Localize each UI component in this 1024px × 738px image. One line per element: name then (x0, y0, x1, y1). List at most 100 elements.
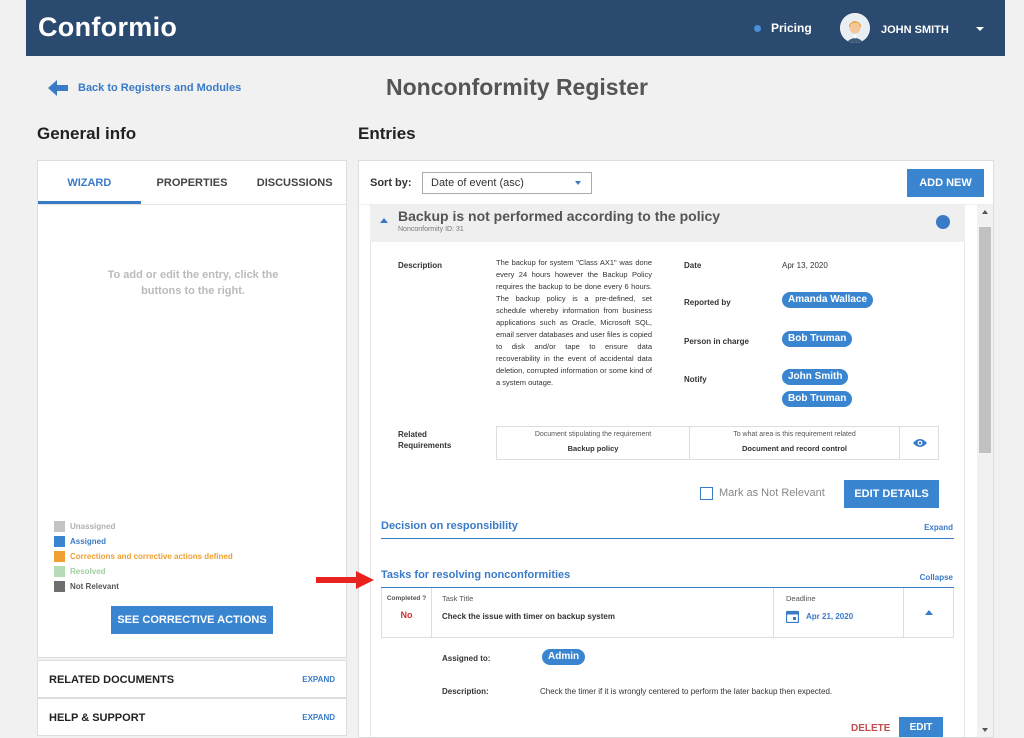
brand-logo[interactable]: Conformio (38, 12, 177, 43)
task-description-value: Check the timer if it is wrongly centere… (540, 687, 833, 696)
entries-heading: Entries (358, 124, 416, 143)
chevron-down-icon (575, 181, 581, 185)
info-tabs: WIZARD PROPERTIES DISCUSSIONS (38, 161, 346, 205)
pricing-link[interactable]: Pricing (754, 21, 812, 35)
date-label: Date (684, 261, 702, 270)
related-documents-accordion[interactable]: RELATED DOCUMENTS EXPAND (37, 660, 347, 698)
task-title-value: Check the issue with timer on backup sys… (442, 612, 615, 621)
tab-wizard[interactable]: WIZARD (38, 161, 141, 204)
scroll-down-arrow-icon[interactable] (982, 728, 988, 732)
notify-label: Notify (684, 375, 707, 384)
page-title: Nonconformity Register (386, 74, 648, 100)
sort-value: Date of event (asc) (431, 177, 524, 189)
task-title-cell: Task Title Check the issue with timer on… (432, 588, 774, 637)
add-new-button[interactable]: ADD NEW (907, 169, 984, 197)
sort-select[interactable]: Date of event (asc) (422, 172, 592, 194)
expand-link[interactable]: EXPAND (302, 713, 335, 722)
legend-item-not-relevant: Not Relevant (54, 579, 233, 594)
entry-header[interactable]: Backup is not performed according to the… (370, 205, 965, 242)
reported-by-pill[interactable]: Amanda Wallace (782, 292, 874, 308)
completed-header: Completed ? (386, 595, 427, 602)
notify-pill[interactable]: Bob Truman (782, 391, 853, 407)
sort-label: Sort by: (370, 177, 412, 189)
back-link[interactable]: Back to Registers and Modules (48, 80, 241, 96)
legend-swatch (54, 521, 65, 532)
description-text: The backup for system "Class AX1" was do… (496, 258, 652, 387)
legend-label: Assigned (70, 537, 107, 546)
not-relevant-checkbox[interactable] (700, 487, 713, 500)
person-in-charge-pill[interactable]: Bob Truman (782, 331, 853, 347)
completed-cell: Completed ? No (382, 588, 432, 637)
avatar-icon (840, 13, 870, 43)
deadline-cell: Deadline Apr 21, 2020 (774, 588, 904, 637)
view-requirement-button[interactable] (899, 427, 939, 459)
entry-title: Backup is not performed according to the… (398, 208, 721, 224)
general-info-heading: General info (37, 124, 137, 143)
legend-label: Corrections and corrective actions defin… (70, 552, 233, 561)
entry-id: Nonconformity ID: 31 (398, 226, 464, 233)
task-row: Completed ? No Task Title Check the issu… (381, 588, 954, 638)
pricing-dot-icon (754, 24, 761, 32)
delete-task-button[interactable]: DELETE (851, 723, 890, 734)
legend-item-corrections: Corrections and corrective actions defin… (54, 549, 233, 564)
reported-by-label: Reported by (684, 298, 731, 307)
legend-swatch (54, 581, 65, 592)
column-value: Document and record control (741, 444, 847, 453)
status-legend: Unassigned Assigned Corrections and corr… (54, 519, 233, 594)
scroll-up-arrow-icon[interactable] (982, 210, 988, 214)
column-header: To what area is this requirement related (733, 431, 856, 438)
wizard-hint: To add or edit the entry, click the butt… (107, 269, 279, 297)
legend-label: Resolved (70, 567, 106, 576)
general-info-panel: WIZARD PROPERTIES DISCUSSIONS To add or … (37, 160, 347, 658)
expand-link[interactable]: EXPAND (302, 675, 335, 684)
tasks-section-title[interactable]: Tasks for resolving nonconformities (381, 569, 570, 581)
calendar-icon (786, 610, 799, 623)
not-relevant-label: Mark as Not Relevant (719, 487, 825, 499)
legend-item-assigned: Assigned (54, 534, 233, 549)
deadline-value: Apr 21, 2020 (806, 612, 854, 621)
annotation-arrow-icon (316, 571, 374, 589)
see-corrective-actions-button[interactable]: SEE CORRECTIVE ACTIONS (111, 606, 273, 634)
description-label: Description (398, 261, 443, 270)
task-collapse-button[interactable] (904, 588, 953, 637)
tab-properties[interactable]: PROPERTIES (141, 161, 244, 204)
status-dot-icon (936, 215, 950, 229)
accordion-title: RELATED DOCUMENTS (49, 674, 175, 686)
entries-panel: Sort by: Date of event (asc) ADD NEW Bac… (358, 160, 994, 738)
requirement-column: Document stipulating the requirement Bac… (497, 427, 690, 459)
deadline-value-row: Apr 21, 2020 (786, 610, 903, 623)
task-description-label: Description: (442, 687, 489, 696)
help-support-accordion[interactable]: HELP & SUPPORT EXPAND (37, 698, 347, 736)
eye-icon (912, 439, 927, 447)
decision-section-title[interactable]: Decision on responsibility (381, 520, 518, 532)
notify-pill[interactable]: John Smith (782, 369, 849, 385)
user-avatar[interactable] (840, 13, 870, 43)
edit-task-button[interactable]: EDIT (899, 717, 943, 737)
section-divider (381, 538, 954, 539)
legend-label: Unassigned (70, 522, 116, 531)
column-header: Document stipulating the requirement (534, 431, 652, 438)
legend-item-unassigned: Unassigned (54, 519, 233, 534)
date-value: Apr 13, 2020 (782, 261, 828, 270)
related-requirements-table: Document stipulating the requirement Bac… (496, 426, 939, 460)
requirement-column: To what area is this requirement related… (690, 427, 899, 459)
column-value: Backup policy (567, 444, 619, 453)
entries-scrollbar[interactable] (977, 205, 993, 737)
scrollbar-thumb[interactable] (979, 227, 991, 453)
user-menu-caret-icon[interactable] (976, 27, 984, 31)
user-name[interactable]: JOHN SMITH (881, 24, 949, 36)
decision-expand-link[interactable]: Expand (924, 523, 953, 532)
accordion-title: HELP & SUPPORT (49, 712, 146, 724)
tasks-collapse-link[interactable]: Collapse (920, 573, 953, 582)
entries-scroll-area: Backup is not performed according to the… (359, 205, 993, 737)
sort-bar: Sort by: Date of event (asc) ADD NEW (359, 161, 993, 205)
assigned-to-pill[interactable]: Admin (542, 649, 586, 665)
related-requirements-label: Related Requirements (398, 430, 452, 450)
collapse-caret-icon[interactable] (380, 218, 388, 223)
deadline-header: Deadline (786, 594, 816, 603)
edit-details-button[interactable]: EDIT DETAILS (844, 480, 939, 508)
tab-discussions[interactable]: DISCUSSIONS (243, 161, 346, 204)
legend-swatch (54, 536, 65, 547)
assigned-to-label: Assigned to: (442, 654, 491, 663)
top-bar: Conformio Pricing JOHN SMITH (26, 0, 1005, 56)
